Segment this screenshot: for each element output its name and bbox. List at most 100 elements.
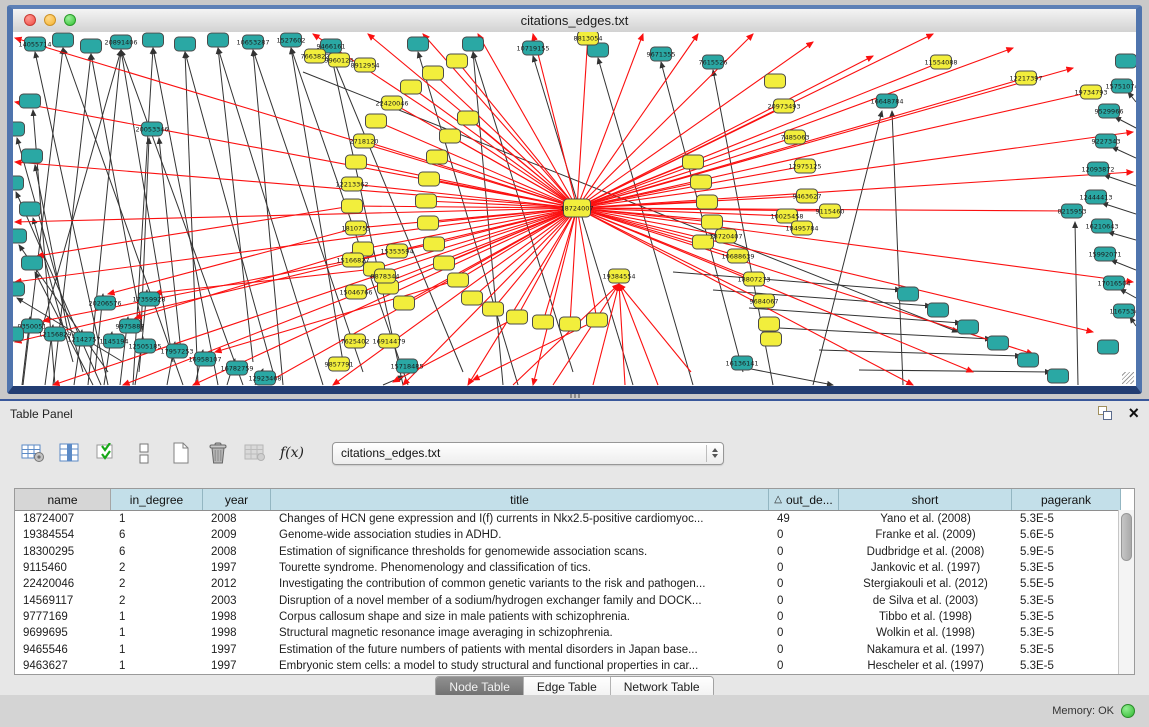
network-node[interactable]: 7485063 — [781, 130, 810, 144]
cell[interactable]: 0 — [769, 595, 839, 607]
table-row[interactable]: 946362711997Embryonic stem cells: a mode… — [15, 658, 1121, 674]
network-node[interactable]: 9529966 — [1095, 104, 1124, 118]
network-node[interactable] — [342, 199, 363, 213]
column-header-title[interactable]: title — [271, 489, 769, 510]
network-node[interactable] — [507, 310, 528, 324]
network-node[interactable] — [423, 66, 444, 80]
network-node[interactable]: 9857791 — [325, 357, 354, 371]
table-column-icon[interactable] — [57, 441, 83, 465]
float-panel-icon[interactable] — [1098, 406, 1112, 420]
network-node[interactable] — [408, 37, 429, 51]
cell[interactable]: 6 — [111, 529, 203, 541]
cell[interactable]: Estimation of the future numbers of pati… — [271, 644, 769, 656]
cell[interactable]: 9777169 — [15, 611, 111, 623]
rows-icon[interactable] — [131, 441, 157, 465]
network-node[interactable]: 18724007 — [560, 199, 593, 217]
network-node[interactable] — [683, 155, 704, 169]
cell[interactable]: 1 — [111, 660, 203, 672]
network-node[interactable] — [13, 176, 24, 190]
network-node[interactable] — [346, 155, 367, 169]
cell[interactable]: 0 — [769, 562, 839, 574]
cell[interactable]: 2008 — [203, 546, 271, 558]
network-node[interactable] — [419, 172, 440, 186]
cell[interactable]: 5.3E-5 — [1012, 562, 1121, 574]
network-node[interactable]: 9975887 — [116, 319, 145, 333]
network-node[interactable] — [1018, 353, 1039, 367]
network-node[interactable] — [13, 229, 27, 243]
cell[interactable]: 0 — [769, 529, 839, 541]
network-node[interactable]: 16782759 — [220, 361, 253, 375]
cell[interactable]: Investigating the contribution of common… — [271, 578, 769, 590]
network-node[interactable] — [434, 256, 455, 270]
cell[interactable]: 18300295 — [15, 546, 111, 558]
network-node[interactable]: 1167534 — [1110, 304, 1136, 318]
cell[interactable]: 14569117 — [15, 595, 111, 607]
network-node[interactable]: 12444413 — [1079, 190, 1112, 204]
network-node[interactable] — [20, 202, 41, 216]
cell[interactable]: de Silva et al. (2003) — [839, 595, 1012, 607]
cell[interactable]: Corpus callosum shape and size in male p… — [271, 611, 769, 623]
table-row[interactable]: 911546021997Tourette syndrome. Phenomeno… — [15, 560, 1121, 576]
network-node[interactable]: 7615526 — [699, 55, 728, 69]
network-node[interactable]: 8813054 — [574, 32, 603, 45]
cell[interactable]: 2 — [111, 595, 203, 607]
network-node[interactable] — [761, 332, 782, 346]
table-row[interactable]: 2242004622012Investigating the contribut… — [15, 576, 1121, 592]
network-node[interactable]: 15992071 — [1088, 247, 1121, 261]
network-node[interactable]: 9115460 — [816, 204, 845, 218]
network-node[interactable] — [366, 114, 387, 128]
cell[interactable]: 0 — [769, 578, 839, 590]
network-node[interactable] — [418, 216, 439, 230]
cell[interactable]: Embryonic stem cells: a model to study s… — [271, 660, 769, 672]
network-node[interactable] — [448, 273, 469, 287]
table-row[interactable]: 946554611997Estimation of the future num… — [15, 641, 1121, 657]
network-node[interactable]: 22420046 — [375, 96, 408, 110]
network-node[interactable] — [1098, 340, 1119, 354]
network-node[interactable] — [424, 237, 445, 251]
minimize-window-icon[interactable] — [44, 14, 56, 26]
cell[interactable]: Changes of HCN gene expression and I(f) … — [271, 513, 769, 525]
column-header-out-de-[interactable]: △out_de... — [769, 489, 839, 510]
network-node[interactable] — [462, 291, 483, 305]
network-node[interactable]: 1145194 — [100, 334, 129, 348]
cell[interactable]: 6 — [111, 546, 203, 558]
column-header-name[interactable]: name — [15, 489, 111, 510]
cell[interactable]: 1 — [111, 611, 203, 623]
table-check-icon[interactable] — [94, 441, 120, 465]
network-node[interactable] — [463, 37, 484, 51]
cell[interactable]: 9463627 — [15, 660, 111, 672]
network-node[interactable]: 15751074 — [1105, 79, 1136, 93]
cell[interactable]: 2008 — [203, 513, 271, 525]
network-node[interactable] — [560, 317, 581, 331]
table-row[interactable]: 1456911722003Disruption of a novel membe… — [15, 592, 1121, 608]
cell[interactable]: Wolkin et al. (1998) — [839, 627, 1012, 639]
cell[interactable]: 18724007 — [15, 513, 111, 525]
cell[interactable]: 0 — [769, 611, 839, 623]
network-node[interactable] — [81, 39, 102, 53]
network-node[interactable]: 9960124 — [325, 53, 354, 67]
cell[interactable]: Dudbridge et al. (2008) — [839, 546, 1012, 558]
network-node[interactable]: 20891406 — [104, 35, 137, 49]
network-node[interactable] — [22, 256, 43, 270]
cell[interactable]: 0 — [769, 627, 839, 639]
network-node[interactable]: 8912954 — [351, 58, 380, 72]
network-node[interactable] — [440, 129, 461, 143]
table-row[interactable]: 1830029562008Estimation of significance … — [15, 544, 1121, 560]
cell[interactable]: 1 — [111, 627, 203, 639]
cell[interactable]: 5.3E-5 — [1012, 627, 1121, 639]
cell[interactable]: 1998 — [203, 627, 271, 639]
table-settings-icon[interactable] — [20, 441, 46, 465]
network-node[interactable] — [13, 122, 25, 136]
cell[interactable]: 1997 — [203, 644, 271, 656]
network-node[interactable]: 7625402 — [341, 334, 370, 348]
network-canvas[interactable]: 1405571420891406106532871527602946616110… — [13, 32, 1136, 386]
cell[interactable]: 0 — [769, 660, 839, 672]
cell[interactable]: 5.3E-5 — [1012, 595, 1121, 607]
cell[interactable]: 5.6E-5 — [1012, 529, 1121, 541]
network-node[interactable]: 16648784 — [870, 94, 903, 108]
cell[interactable]: 5.3E-5 — [1012, 513, 1121, 525]
network-node[interactable] — [208, 33, 229, 47]
network-node[interactable]: 8878344 — [371, 269, 400, 283]
close-panel-icon[interactable]: × — [1128, 406, 1139, 420]
network-node[interactable]: 9227343 — [1092, 134, 1121, 148]
